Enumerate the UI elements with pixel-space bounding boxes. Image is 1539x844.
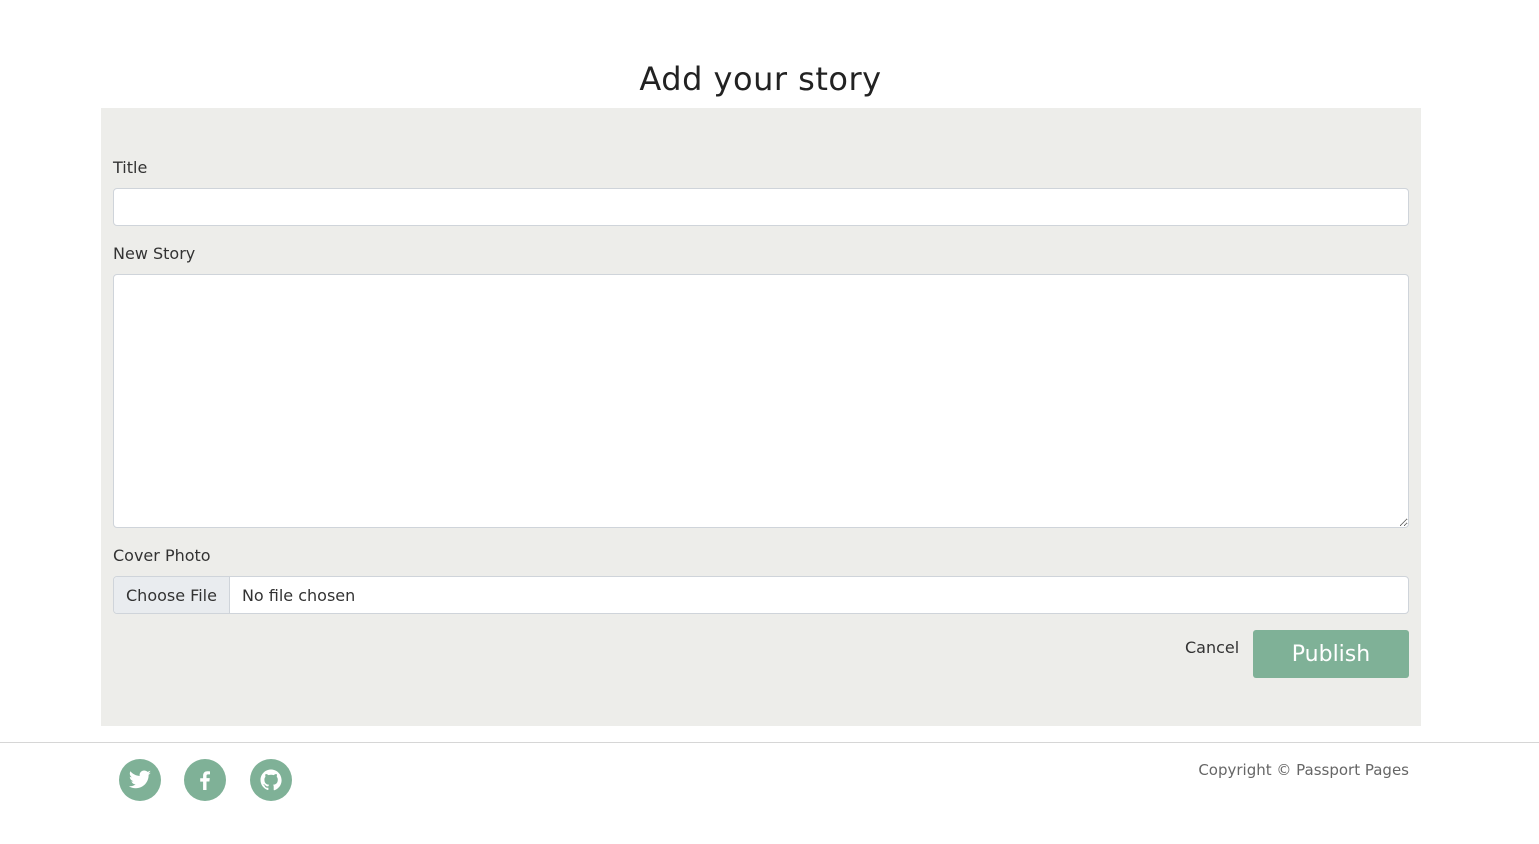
github-icon[interactable] <box>250 759 292 801</box>
publish-button[interactable]: Publish <box>1253 630 1409 678</box>
title-input[interactable] <box>113 188 1409 226</box>
title-label: Title <box>113 158 148 177</box>
twitter-glyph <box>128 770 151 789</box>
github-glyph <box>260 769 282 791</box>
choose-file-button[interactable]: Choose File <box>114 577 230 613</box>
cancel-link[interactable]: Cancel <box>1185 638 1239 657</box>
story-form: Title New Story Cover Photo Choose File … <box>101 108 1421 726</box>
copyright-text: Copyright © Passport Pages <box>1198 761 1409 779</box>
new-story-textarea[interactable] <box>113 274 1409 528</box>
file-status-text: No file chosen <box>241 585 356 605</box>
cover-photo-label: Cover Photo <box>113 546 211 565</box>
facebook-glyph <box>200 771 210 790</box>
new-story-label: New Story <box>113 244 196 263</box>
cover-photo-file-input[interactable]: Choose File No file chosen <box>113 576 1409 614</box>
page-title: Add your story <box>639 60 882 98</box>
footer-divider <box>0 742 1539 743</box>
page: Add your story Title New Story Cover Pho… <box>0 0 1539 844</box>
facebook-icon[interactable] <box>184 759 226 801</box>
twitter-icon[interactable] <box>119 759 161 801</box>
